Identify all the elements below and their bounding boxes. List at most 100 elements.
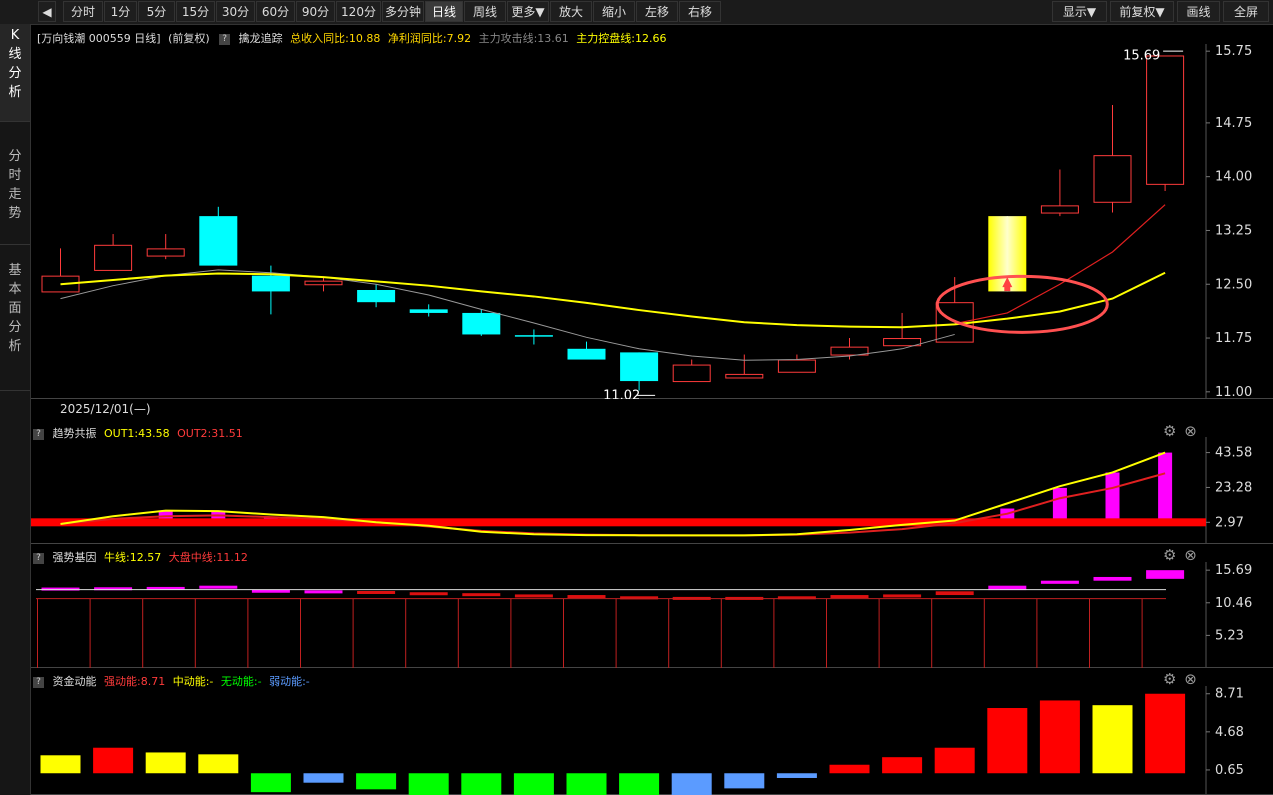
- momentum-bar: [1145, 693, 1186, 774]
- toolbar-button[interactable]: 更多▼: [507, 1, 549, 22]
- y-tick-label: 23.28: [1215, 480, 1252, 495]
- toolbar-button[interactable]: 分时: [63, 1, 103, 22]
- gene-bar: [567, 595, 606, 599]
- candle-body: [409, 309, 448, 313]
- candle-body: [620, 352, 659, 382]
- momentum-bar: [566, 773, 607, 795]
- gene-bar: [830, 595, 869, 599]
- y-tick-label: 11.00: [1215, 385, 1252, 399]
- momentum-bar: [40, 755, 81, 774]
- y-tick-label: 8.71: [1215, 687, 1244, 702]
- momentum-bar: [724, 773, 765, 789]
- toolbar-right-button[interactable]: 画线: [1177, 1, 1220, 22]
- candle-body: [146, 248, 185, 257]
- toolbar-button[interactable]: 右移: [679, 1, 721, 22]
- candle-body: [94, 244, 133, 271]
- help-icon[interactable]: ?: [219, 33, 231, 45]
- toolbar-button[interactable]: 放大: [550, 1, 592, 22]
- gene-bar: [883, 594, 922, 598]
- candle-body: [462, 312, 501, 335]
- momentum-bar: [776, 773, 817, 778]
- y-tick-label: 43.58: [1215, 446, 1252, 461]
- momentum-bar: [303, 773, 344, 783]
- trend-bar: [1158, 452, 1173, 523]
- toolbar-right-button[interactable]: 前复权▼: [1110, 1, 1174, 22]
- gray-ma-line: [60, 269, 955, 361]
- tab-intraday-trend[interactable]: 分时走势: [0, 122, 30, 245]
- trend-resonance-chart: 43.58 23.28 2.97: [31, 437, 1273, 544]
- toolbar-right-button[interactable]: 显示▼: [1052, 1, 1107, 22]
- momentum-bar: [829, 764, 870, 774]
- sidebar: K线分析 分时走势 基本面分析: [0, 24, 31, 795]
- momentum-bar: [93, 747, 134, 774]
- toolbar-button[interactable]: 15分: [176, 1, 215, 22]
- toolbar-button[interactable]: 30分: [216, 1, 255, 22]
- gene-bar: [251, 589, 290, 593]
- tab-fundamental-analysis[interactable]: 基本面分析: [0, 245, 30, 391]
- candle-body: [357, 289, 396, 303]
- y-tick-label: 15.69: [1215, 563, 1252, 578]
- y-tick-label: 0.65: [1215, 763, 1244, 778]
- y-tick-label: 15.75: [1215, 44, 1252, 59]
- trend-bar: [1052, 487, 1067, 523]
- gene-bar: [304, 590, 343, 594]
- toolbar-button[interactable]: 左移: [636, 1, 678, 22]
- candle-body: [1040, 205, 1079, 214]
- y-tick-label: 12.50: [1215, 277, 1252, 292]
- base-red-band: [31, 518, 1206, 527]
- toolbar-button[interactable]: 90分: [296, 1, 335, 22]
- gene-bar: [199, 585, 238, 589]
- gene-bar: [1040, 580, 1079, 584]
- momentum-bar: [198, 754, 239, 774]
- candle-body: [777, 359, 816, 373]
- date-label: 2025/12/01(—): [60, 402, 151, 416]
- candle-body: [672, 364, 711, 383]
- y-tick-label: 4.68: [1215, 725, 1244, 740]
- momentum-bar: [513, 773, 554, 795]
- y-tick-label: 11.75: [1215, 331, 1252, 346]
- candle-body: [1093, 155, 1132, 203]
- momentum-bar: [461, 773, 502, 795]
- tab-kline-analysis[interactable]: K线分析: [0, 24, 30, 122]
- high-price-label: 15.69: [1123, 48, 1160, 63]
- y-tick-label: 14.00: [1215, 170, 1252, 185]
- momentum-bar: [1039, 700, 1080, 774]
- momentum-bar: [934, 747, 975, 774]
- fund-momentum-chart: 8.71 4.68 0.65: [31, 686, 1273, 795]
- toolbar-button[interactable]: 1分: [104, 1, 137, 22]
- y-tick-label: 10.46: [1215, 596, 1252, 611]
- candle-body: [304, 280, 343, 286]
- back-icon[interactable]: ◀: [38, 1, 56, 22]
- toolbar-button[interactable]: 60分: [256, 1, 295, 22]
- toolbar-button[interactable]: 多分钟: [382, 1, 424, 22]
- gene-bar: [1093, 576, 1132, 581]
- candle-body: [251, 275, 290, 292]
- candle-body: [199, 216, 238, 266]
- toolbar-button[interactable]: 缩小: [593, 1, 635, 22]
- momentum-bar: [356, 773, 397, 790]
- momentum-bar: [1092, 705, 1133, 774]
- y-tick-label: 14.75: [1215, 116, 1252, 131]
- toolbar-right-button[interactable]: 全屏: [1223, 1, 1269, 22]
- toolbar-button[interactable]: 周线: [464, 1, 506, 22]
- y-tick-label: 2.97: [1215, 515, 1244, 530]
- y-tick-label: 13.25: [1215, 223, 1252, 238]
- gene-bar: [357, 590, 396, 594]
- gene-bar: [514, 594, 553, 598]
- candlestick-chart[interactable]: 15.75 14.75 14.00 13.25 12.50 11.75 11.00 15.69…: [31, 44, 1273, 399]
- trend-bar: [1105, 472, 1120, 523]
- candle-body: [725, 373, 764, 379]
- momentum-bar: [671, 773, 712, 795]
- toolbar-button[interactable]: 日线: [425, 1, 463, 22]
- momentum-bar: [145, 752, 186, 774]
- toolbar: ◀ 分时 1分 5分 15分 30分 60分 90分 120分 多分钟 日线 周线 更多▼ 放大 缩小 左移…: [0, 0, 1273, 25]
- gene-bar: [935, 591, 974, 596]
- momentum-bar: [987, 708, 1028, 774]
- candle-body: [883, 338, 922, 347]
- toolbar-button[interactable]: 120分: [336, 1, 381, 22]
- momentum-bar: [619, 773, 660, 795]
- candle-body: [1146, 55, 1185, 185]
- toolbar-button[interactable]: 5分: [138, 1, 175, 22]
- y-tick-label: 5.23: [1215, 628, 1244, 643]
- gene-bar: [462, 593, 501, 597]
